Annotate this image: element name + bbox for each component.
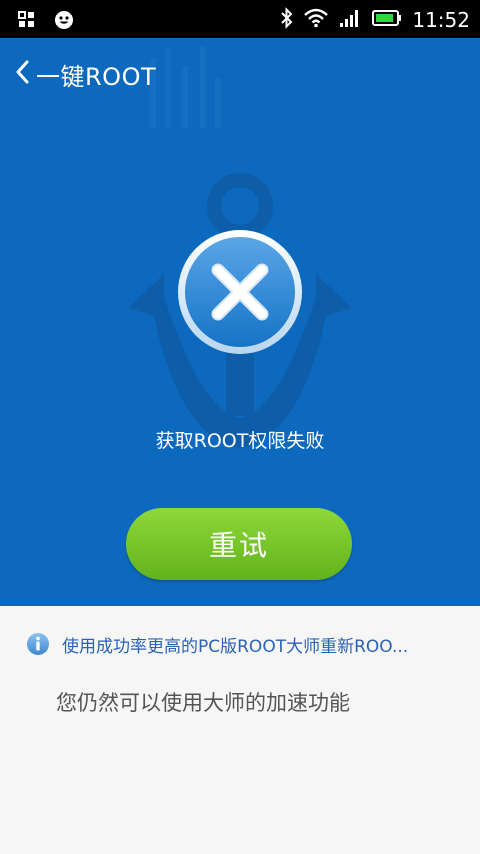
- tip-text: 使用成功率更高的PC版ROOT大师重新ROO...: [62, 636, 409, 657]
- wifi-icon: [304, 8, 329, 32]
- grid-icon: [18, 11, 36, 33]
- status-bar: 11:52: [0, 0, 480, 38]
- back-button[interactable]: 一键ROOT: [14, 54, 156, 94]
- page-title: 一键ROOT: [36, 62, 157, 91]
- info-icon: [27, 633, 49, 655]
- chevron-left-icon: [14, 59, 30, 89]
- status-left: [18, 10, 74, 34]
- result-message: 获取ROOT权限失败: [155, 430, 325, 452]
- close-circle-icon: [178, 230, 302, 354]
- status-right: 11:52: [280, 7, 470, 33]
- smiley-icon: [54, 10, 74, 34]
- retry-button[interactable]: 重试: [126, 508, 352, 580]
- bluetooth-icon: [280, 7, 294, 33]
- pc-root-tip-link[interactable]: 使用成功率更高的PC版ROOT大师重新ROO...: [26, 630, 466, 658]
- accelerate-note: 您仍然可以使用大师的加速功能: [56, 691, 350, 715]
- result-hero: 一键ROOT 获取ROOT权限失败 重试: [0, 38, 480, 606]
- battery-icon: [372, 9, 402, 31]
- status-clock: 11:52: [412, 8, 470, 32]
- signal-icon: [338, 8, 362, 32]
